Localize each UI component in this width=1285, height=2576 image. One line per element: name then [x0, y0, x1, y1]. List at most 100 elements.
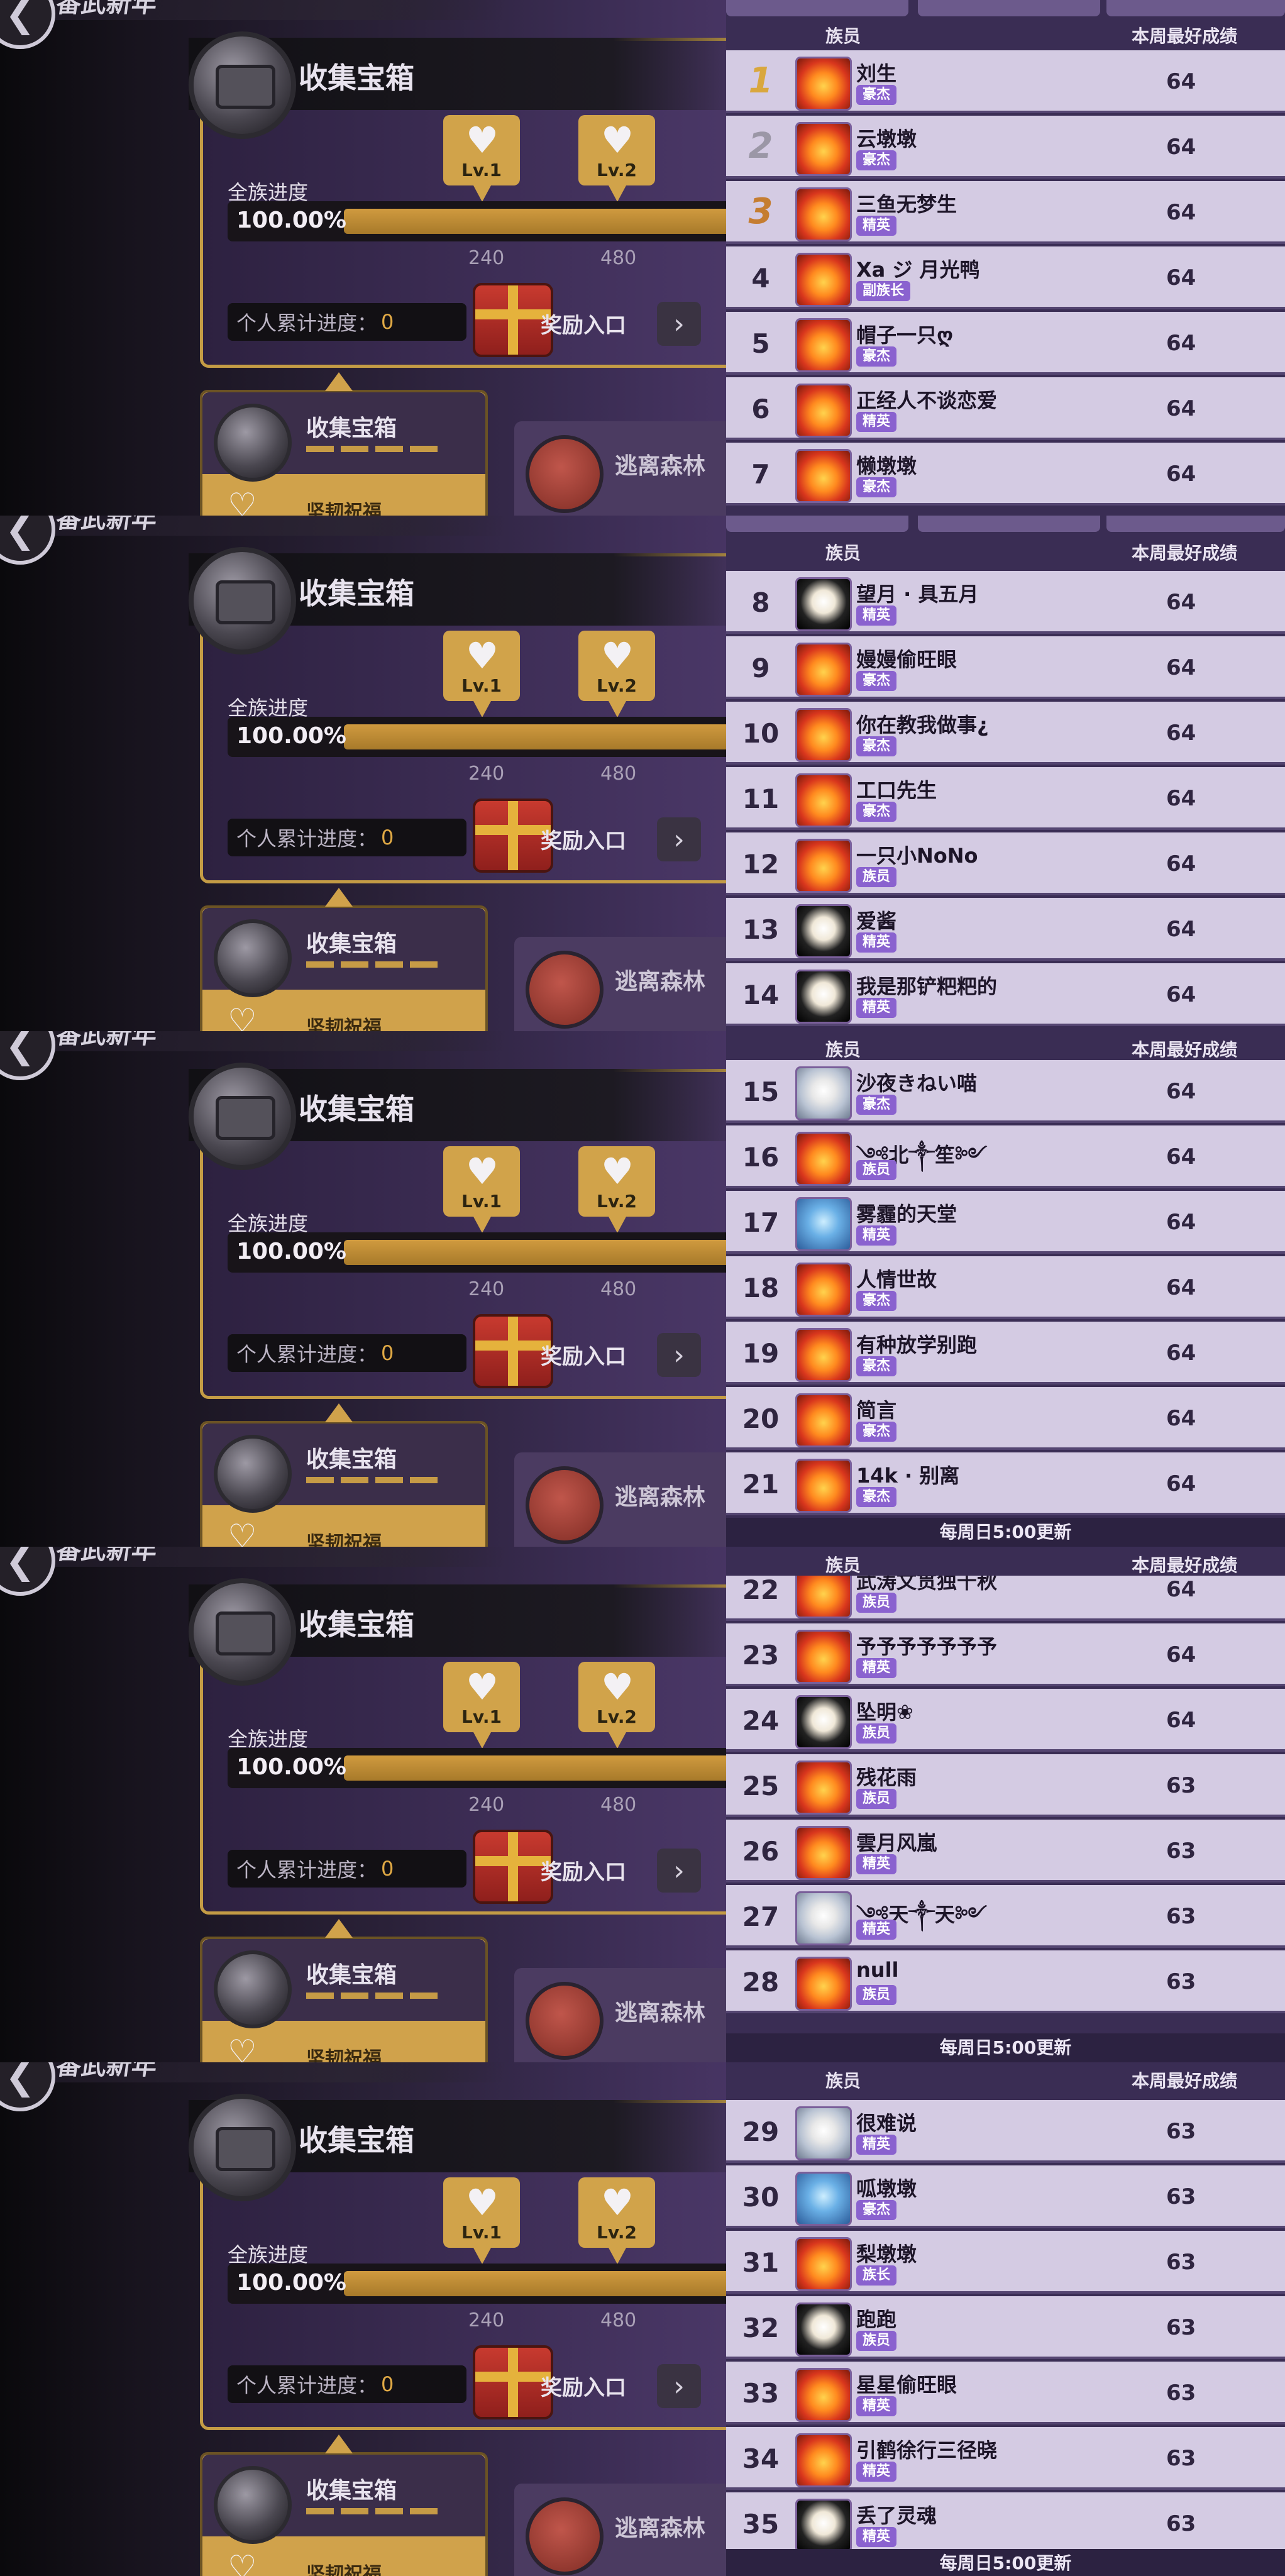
player-avatar[interactable] [795, 57, 852, 111]
leaderboard-row[interactable]: 27 ༺天༒天༻ 精英 63 [726, 1885, 1285, 1948]
player-avatar[interactable] [795, 2237, 852, 2291]
player-avatar[interactable] [795, 2368, 852, 2422]
sub-chest-card[interactable]: 收集宝箱 ♡ 坚韧祝福 [200, 372, 488, 516]
player-avatar[interactable] [795, 2433, 852, 2487]
player-avatar[interactable] [795, 970, 852, 1024]
leaderboard-row[interactable]: 21 14k · 别离 豪杰 64 [726, 1452, 1285, 1515]
player-avatar[interactable] [795, 2172, 852, 2226]
sub-chest-card[interactable]: 收集宝箱 ♡ 坚韧祝福 [200, 1919, 488, 2062]
reward-entry-button[interactable]: 奖励入口 [541, 308, 626, 339]
leaderboard-row[interactable]: 2 云墩墩 豪杰 64 [726, 116, 1285, 179]
player-avatar[interactable] [795, 384, 852, 438]
leaderboard-row[interactable]: 3 三鱼无梦生 精英 64 [726, 181, 1285, 244]
player-avatar[interactable] [795, 643, 852, 697]
leaderboard-row[interactable]: 5 帽子一只ღ 豪杰 64 [726, 312, 1285, 375]
leaderboard-row[interactable]: 25 残花雨 族员 63 [726, 1754, 1285, 1817]
level-reward-tile[interactable]: ♥ Lv.2 [578, 631, 655, 717]
player-avatar[interactable] [795, 187, 852, 241]
player-avatar[interactable] [795, 1695, 852, 1749]
next-arrow-button[interactable]: › [657, 817, 701, 861]
back-arrow-icon[interactable]: ❮ [0, 0, 55, 49]
player-avatar[interactable] [795, 1393, 852, 1447]
player-avatar[interactable] [795, 1197, 852, 1251]
player-avatar[interactable] [795, 1826, 852, 1880]
player-avatar[interactable] [795, 708, 852, 762]
leaderboard-row[interactable]: 28 null 族员 63 [726, 1950, 1285, 2013]
player-avatar[interactable] [795, 2499, 852, 2553]
level-reward-tile[interactable]: ♥ Lv.1 [443, 1662, 520, 1749]
player-avatar[interactable] [795, 318, 852, 372]
panel-tab[interactable] [1106, 516, 1285, 532]
player-avatar[interactable] [795, 904, 852, 958]
leaderboard-row[interactable]: 24 坠明❀ 族员 64 [726, 1689, 1285, 1752]
level-reward-tile[interactable]: ♥ Lv.1 [443, 1146, 520, 1233]
back-arrow-icon[interactable]: ❮ [0, 1547, 55, 1596]
leaderboard-row[interactable]: 35 丢了灵魂 精英 63 [726, 2492, 1285, 2555]
panel-tab[interactable] [918, 516, 1100, 532]
leaderboard-row[interactable]: 30 呱墩墩 豪杰 63 [726, 2165, 1285, 2228]
leaderboard-row[interactable]: 33 星星偷旺眼 精英 63 [726, 2362, 1285, 2424]
leaderboard-row[interactable]: 20 简言 豪杰 64 [726, 1387, 1285, 1450]
reward-entry-button[interactable]: 奖励入口 [541, 824, 626, 854]
leaderboard-row[interactable]: 7 懒墩墩 豪杰 64 [726, 443, 1285, 506]
escape-forest-card[interactable]: 逃离森林武器强化 [514, 421, 753, 516]
panel-tab[interactable] [726, 0, 908, 16]
back-arrow-icon[interactable]: ❮ [0, 1031, 55, 1080]
player-avatar[interactable] [795, 1761, 852, 1815]
leaderboard-row[interactable]: 9 嫚嫚偷旺眼 豪杰 64 [726, 636, 1285, 699]
player-avatar[interactable] [795, 577, 852, 631]
leaderboard-row[interactable]: 17 雾霾的天堂 精英 64 [726, 1191, 1285, 1254]
level-reward-tile[interactable]: ♥ Lv.1 [443, 2177, 520, 2264]
next-arrow-button[interactable]: › [657, 2364, 701, 2408]
leaderboard-row[interactable]: 10 你在教我做事¿ 豪杰 64 [726, 702, 1285, 765]
player-avatar[interactable] [795, 839, 852, 893]
player-avatar[interactable] [795, 449, 852, 503]
leaderboard-row[interactable]: 31 梨墩墩 族长 63 [726, 2231, 1285, 2294]
leaderboard-row[interactable]: 34 引鹤徐行三径晓 精英 63 [726, 2427, 1285, 2490]
next-arrow-button[interactable]: › [657, 1849, 701, 1893]
reward-entry-button[interactable]: 奖励入口 [541, 2370, 626, 2401]
level-reward-tile[interactable]: ♥ Lv.1 [443, 631, 520, 717]
leaderboard-row[interactable]: 23 予予予予予予予 精英 64 [726, 1623, 1285, 1686]
leaderboard-row[interactable]: 26 雲月风嵐 精英 63 [726, 1820, 1285, 1882]
leaderboard-row[interactable]: 11 工口先生 豪杰 64 [726, 767, 1285, 830]
level-reward-tile[interactable]: ♥ Lv.2 [578, 115, 655, 202]
player-avatar[interactable] [795, 253, 852, 307]
panel-tabs[interactable] [726, 0, 1285, 18]
escape-forest-card[interactable]: 逃离森林武器强化 [514, 1968, 753, 2062]
leaderboard-row[interactable]: 8 望月 · 具五月 精英 64 [726, 571, 1285, 634]
escape-forest-card[interactable]: 逃离森林武器强化 [514, 2484, 753, 2576]
player-avatar[interactable] [795, 1066, 852, 1120]
player-avatar[interactable] [795, 1957, 852, 2011]
player-avatar[interactable] [795, 2106, 852, 2160]
panel-tab[interactable] [1106, 0, 1285, 16]
player-avatar[interactable] [795, 1132, 852, 1186]
leaderboard-row[interactable]: 29 很难说 精英 63 [726, 2100, 1285, 2163]
panel-tab[interactable] [726, 516, 908, 532]
player-avatar[interactable] [795, 2302, 852, 2357]
sub-chest-card[interactable]: 收集宝箱 ♡ 坚韧祝福 [200, 888, 488, 1031]
leaderboard-row[interactable]: 19 有种放学别跑 豪杰 64 [726, 1322, 1285, 1385]
leaderboard-row[interactable]: 12 一只小NoNo 族员 64 [726, 832, 1285, 895]
player-avatar[interactable] [795, 1630, 852, 1684]
player-avatar[interactable] [795, 1328, 852, 1382]
leaderboard-row[interactable]: 1 刘生 豪杰 64 [726, 50, 1285, 113]
leaderboard-row[interactable]: 6 正经人不谈恋爱 精英 64 [726, 377, 1285, 440]
player-avatar[interactable] [795, 1891, 852, 1945]
reward-entry-button[interactable]: 奖励入口 [541, 1339, 626, 1370]
escape-forest-card[interactable]: 逃离森林武器强化 [514, 1452, 753, 1547]
reward-entry-button[interactable]: 奖励入口 [541, 1855, 626, 1886]
leaderboard-row[interactable]: 32 跑跑 族员 63 [726, 2296, 1285, 2359]
leaderboard-row[interactable]: 4 Xa ジ 月光鸭 副族长 64 [726, 246, 1285, 309]
leaderboard-row[interactable]: 13 爱酱 精英 64 [726, 898, 1285, 961]
player-avatar[interactable] [795, 1263, 852, 1317]
player-avatar[interactable] [795, 122, 852, 176]
escape-forest-card[interactable]: 逃离森林武器强化 [514, 937, 753, 1031]
sub-chest-card[interactable]: 收集宝箱 ♡ 坚韧祝福 [200, 1403, 488, 1547]
back-arrow-icon[interactable]: ❮ [0, 2062, 55, 2111]
leaderboard-row[interactable]: 15 沙夜きねい喵 豪杰 64 [726, 1060, 1285, 1123]
level-reward-tile[interactable]: ♥ Lv.2 [578, 1662, 655, 1749]
player-avatar[interactable] [795, 1459, 852, 1513]
next-arrow-button[interactable]: › [657, 302, 701, 346]
panel-tabs[interactable] [726, 516, 1285, 533]
